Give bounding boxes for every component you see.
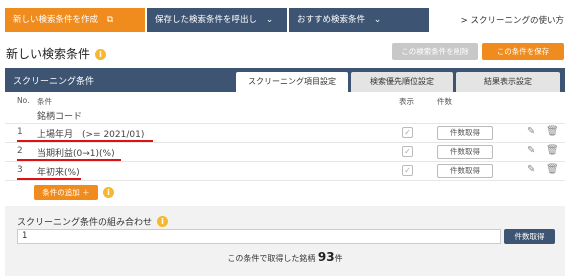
trash-icon[interactable]: 🗑 [546,145,559,156]
edit-icon[interactable]: ✎ [527,145,535,156]
combination-label: スクリーニング条件の組み合わせ i [17,215,169,228]
tab-display-settings[interactable]: 結果表示設定 [456,72,560,92]
base-condition-label: 銘柄コード [37,112,83,122]
combination-count-button[interactable]: 件数取得 [504,229,555,244]
screening-howto-link[interactable]: > スクリーニングの使い方 [461,14,564,26]
result-summary: この条件で取得した銘柄 93件 [5,250,565,264]
screening-panel-header: スクリーニング条件 スクリーニング項目設定 検索優先順位設定 結果表示設定 [5,68,565,92]
condition-row[interactable]: 3 年初来(%) ✓ 件数取得 ✎ 🗑 [5,162,565,182]
condition-number: 3 [17,165,23,175]
new-search-tab[interactable]: 新しい検索条件を作成 ⧉ [5,8,145,32]
column-no-header: No. [17,96,30,105]
condition-combination-box: スクリーニング条件の組み合わせ i 1 件数取得 この条件で取得した銘柄 93件 [5,206,565,276]
chevron-down-icon: ⌄ [373,15,382,25]
get-count-button[interactable]: 件数取得 [437,145,493,159]
get-count-button[interactable]: 件数取得 [437,126,493,140]
saved-search-tab-label: 保存した検索条件を呼出し [155,15,258,25]
condition-row[interactable]: 1 上場年月 (>= 2021/01) ✓ 件数取得 ✎ 🗑 [5,124,565,144]
tab-screening-items[interactable]: スクリーニング項目設定 [236,72,348,92]
info-icon[interactable]: i [95,49,107,60]
info-icon[interactable]: i [103,187,114,198]
save-condition-button[interactable]: この条件を保存 [482,43,564,60]
info-icon[interactable]: i [157,216,169,227]
recommended-search-tab-label: おすすめ検索条件 [297,15,366,25]
row-divider [5,180,565,181]
condition-text[interactable]: 年初来(%) [37,165,80,178]
delete-condition-button[interactable]: この検索条件を削除 [392,43,478,60]
condition-number: 2 [17,146,23,156]
tab-priority[interactable]: 検索優先順位設定 [351,72,453,92]
condition-text[interactable]: 当期利益(0→1)(%) [37,146,115,159]
saved-search-tab[interactable]: 保存した検索条件を呼出し ⌄ [147,8,287,32]
show-checkbox[interactable]: ✓ [402,127,413,138]
page-title: 新しい検索条件 i [6,45,107,62]
edit-icon[interactable]: ✎ [527,126,535,137]
show-checkbox[interactable]: ✓ [402,146,413,157]
get-count-button[interactable]: 件数取得 [437,164,493,178]
copy-icon: ⧉ [106,15,114,25]
condition-text[interactable]: 上場年月 (>= 2021/01) [37,127,144,140]
edit-icon[interactable]: ✎ [527,164,535,175]
panel-title: スクリーニング条件 [13,77,95,87]
top-navigation: 新しい検索条件を作成 ⧉ 保存した検索条件を呼出し ⌄ おすすめ検索条件 ⌄ >… [0,0,570,36]
add-condition-button[interactable]: 条件の追加 ＋ [34,185,98,200]
recommended-search-tab[interactable]: おすすめ検索条件 ⌄ [289,8,429,32]
show-checkbox[interactable]: ✓ [402,165,413,176]
result-prefix: この条件で取得した銘柄 [227,254,316,263]
result-suffix: 件 [334,254,343,263]
page-title-text: 新しい検索条件 [6,47,91,61]
result-count: 93 [317,250,335,264]
trash-icon[interactable]: 🗑 [546,126,559,137]
combination-label-text: スクリーニング条件の組み合わせ [17,218,153,228]
condition-number: 1 [17,127,23,137]
chevron-down-icon: ⌄ [265,15,274,25]
new-search-tab-label: 新しい検索条件を作成 [13,15,99,25]
condition-row[interactable]: 2 当期利益(0→1)(%) ✓ 件数取得 ✎ 🗑 [5,143,565,163]
combination-input[interactable]: 1 [17,229,501,244]
trash-icon[interactable]: 🗑 [546,164,559,175]
